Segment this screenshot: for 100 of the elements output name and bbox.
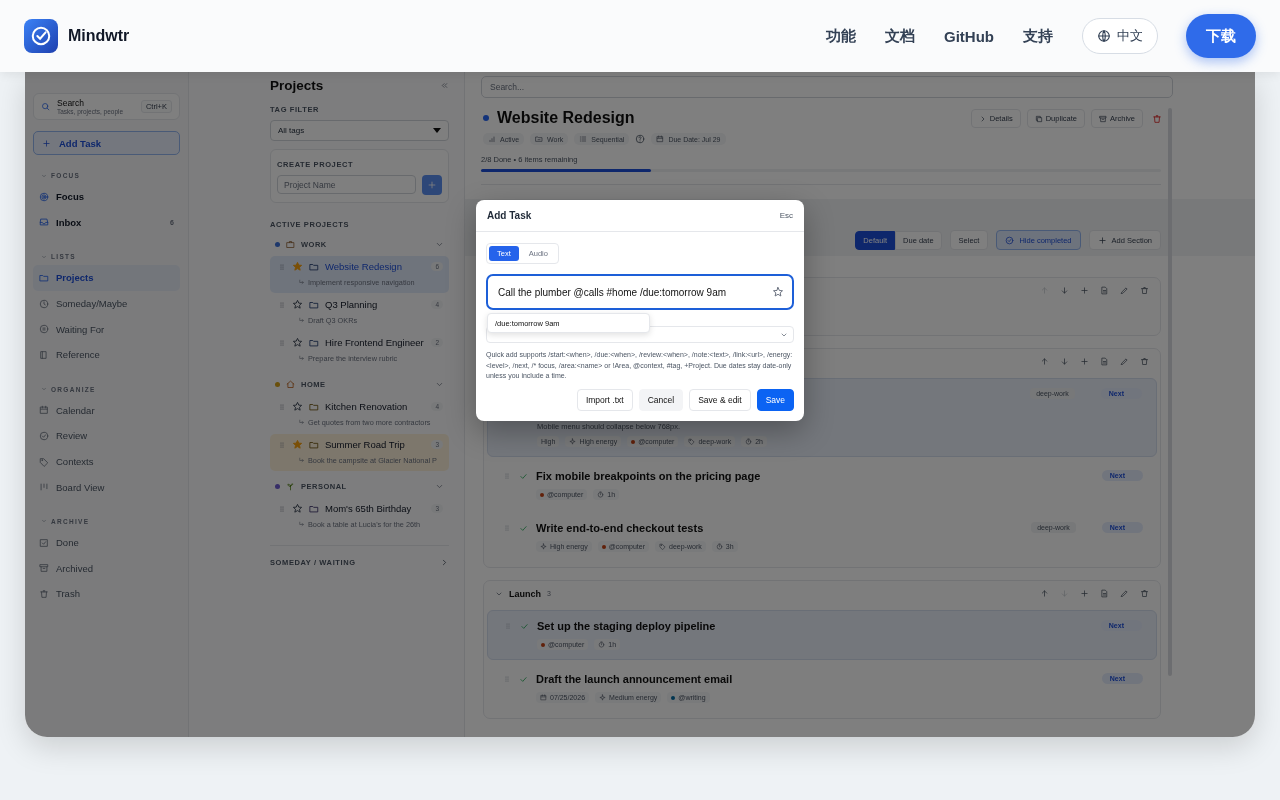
plus-icon bbox=[1080, 357, 1089, 366]
folder-icon bbox=[309, 299, 319, 310]
down-arrow-icon bbox=[1060, 286, 1069, 295]
task-title: Set up the staging deploy pipeline bbox=[537, 620, 717, 634]
plus-icon bbox=[42, 138, 51, 148]
star-icon bbox=[772, 286, 784, 298]
trash-icon bbox=[1152, 113, 1162, 124]
download-button[interactable]: 下载 bbox=[1186, 14, 1256, 58]
folder-icon bbox=[39, 273, 49, 283]
task-input[interactable]: Call the plumber @calls #home /due:tomorrow 9am bbox=[486, 274, 794, 310]
task-title: Fix mobile breakpoints on the pricing page bbox=[536, 470, 762, 484]
close-hint[interactable]: Esc bbox=[779, 211, 793, 220]
add-project-button[interactable] bbox=[422, 175, 442, 195]
plus-icon bbox=[1080, 286, 1089, 295]
star-icon[interactable] bbox=[292, 261, 303, 272]
sidebar-item[interactable]: Review bbox=[33, 423, 180, 449]
check-icon bbox=[519, 675, 528, 684]
dialog-button[interactable]: Save & edit bbox=[689, 388, 751, 411]
folder-icon bbox=[309, 337, 319, 348]
timer-icon bbox=[745, 438, 753, 445]
folder-icon bbox=[309, 261, 319, 272]
down-arrow-icon bbox=[1060, 357, 1069, 366]
add-task-button[interactable]: Add Task bbox=[33, 131, 180, 155]
collapse-icon bbox=[440, 81, 449, 90]
caret-icon bbox=[433, 128, 441, 133]
dialog-button[interactable]: Save bbox=[756, 388, 794, 411]
trash-icon bbox=[1140, 286, 1149, 295]
dialog-button[interactable]: Import .txt bbox=[576, 388, 633, 411]
folder-icon bbox=[535, 135, 544, 143]
chevron-icon bbox=[440, 558, 449, 567]
checkbox-icon bbox=[39, 537, 49, 548]
sidebar-item[interactable]: Contexts bbox=[33, 448, 180, 475]
sidebar-item[interactable]: Calendar bbox=[33, 397, 180, 424]
list-icon bbox=[579, 135, 588, 143]
sidebar-item[interactable]: Focus bbox=[33, 184, 180, 210]
timer-icon bbox=[715, 543, 723, 550]
check-icon bbox=[519, 524, 528, 533]
star-icon[interactable] bbox=[292, 299, 303, 310]
sidebar-item[interactable]: Archived bbox=[33, 555, 180, 582]
sub-arrow-icon bbox=[298, 317, 305, 324]
sidebar-item[interactable]: Board View bbox=[33, 474, 180, 500]
pencil-icon bbox=[1120, 357, 1129, 366]
sidebar-item[interactable]: Waiting For bbox=[33, 316, 180, 342]
search-icon bbox=[41, 102, 50, 111]
document-icon bbox=[1100, 286, 1109, 295]
calendar-icon bbox=[656, 135, 665, 143]
sidebar-item[interactable]: Someday/Maybe bbox=[33, 290, 180, 317]
sub-arrow-icon bbox=[298, 521, 305, 528]
task-title: Draft the launch announcement email bbox=[536, 673, 734, 687]
sub-arrow-icon bbox=[298, 419, 305, 426]
signal-icon bbox=[488, 135, 496, 143]
plus-icon bbox=[1097, 235, 1107, 245]
sidebar-item[interactable]: Trash bbox=[33, 581, 180, 607]
nav-link[interactable]: 支持 bbox=[1023, 26, 1053, 46]
nav-link[interactable]: 功能 bbox=[826, 26, 856, 46]
document-icon bbox=[1100, 589, 1109, 598]
sidebar-item[interactable]: Projects bbox=[33, 265, 180, 291]
book-icon bbox=[39, 349, 49, 360]
chevron-icon bbox=[41, 172, 47, 179]
chevron-icon bbox=[41, 518, 47, 525]
dialog-title: Add Task bbox=[487, 210, 532, 221]
project-title: Website Redesign bbox=[497, 109, 636, 127]
down-arrow-icon bbox=[1060, 589, 1069, 598]
nav-link[interactable]: 文档 bbox=[885, 26, 915, 46]
project-name-field[interactable]: Project Name bbox=[277, 175, 416, 194]
sparkle-icon bbox=[569, 438, 577, 445]
check-circle-icon bbox=[1005, 235, 1015, 245]
star-icon[interactable] bbox=[292, 503, 303, 514]
pause-icon bbox=[39, 324, 49, 335]
tag-filter-dropdown[interactable]: All tags bbox=[270, 120, 449, 141]
task-title: Write end-to-end checkout tests bbox=[536, 522, 705, 536]
sprout-icon bbox=[286, 481, 295, 491]
chevron-icon bbox=[41, 386, 47, 393]
document-icon bbox=[1100, 357, 1109, 366]
copy-icon bbox=[1034, 114, 1043, 123]
language-button[interactable]: 中文 bbox=[1082, 18, 1158, 54]
timer-icon bbox=[597, 491, 605, 498]
house-icon bbox=[286, 379, 295, 389]
sidebar-item[interactable]: Reference bbox=[33, 341, 180, 368]
star-icon[interactable] bbox=[292, 337, 303, 348]
sidebar-item[interactable]: Done bbox=[33, 529, 180, 556]
star-icon[interactable] bbox=[292, 401, 303, 412]
star-icon[interactable] bbox=[292, 439, 303, 450]
up-arrow-icon bbox=[1040, 589, 1049, 598]
brand-name: Mindwtr bbox=[68, 27, 130, 45]
app-logo[interactable] bbox=[24, 19, 58, 53]
archive-icon bbox=[39, 563, 49, 574]
up-arrow-icon bbox=[1040, 357, 1049, 366]
trash-icon bbox=[39, 588, 49, 599]
check-icon bbox=[520, 622, 529, 631]
dialog-button[interactable]: Cancel bbox=[638, 388, 684, 411]
help-icon bbox=[635, 134, 646, 144]
nav-link[interactable]: GitHub bbox=[944, 27, 994, 45]
calendar-icon bbox=[39, 405, 49, 416]
archive-icon bbox=[1099, 114, 1107, 123]
tag-icon bbox=[659, 543, 667, 550]
panel-title: Projects bbox=[270, 78, 324, 93]
timer-icon bbox=[598, 641, 606, 648]
sub-arrow-icon bbox=[298, 279, 305, 286]
search-field[interactable]: Search... bbox=[481, 76, 1173, 98]
